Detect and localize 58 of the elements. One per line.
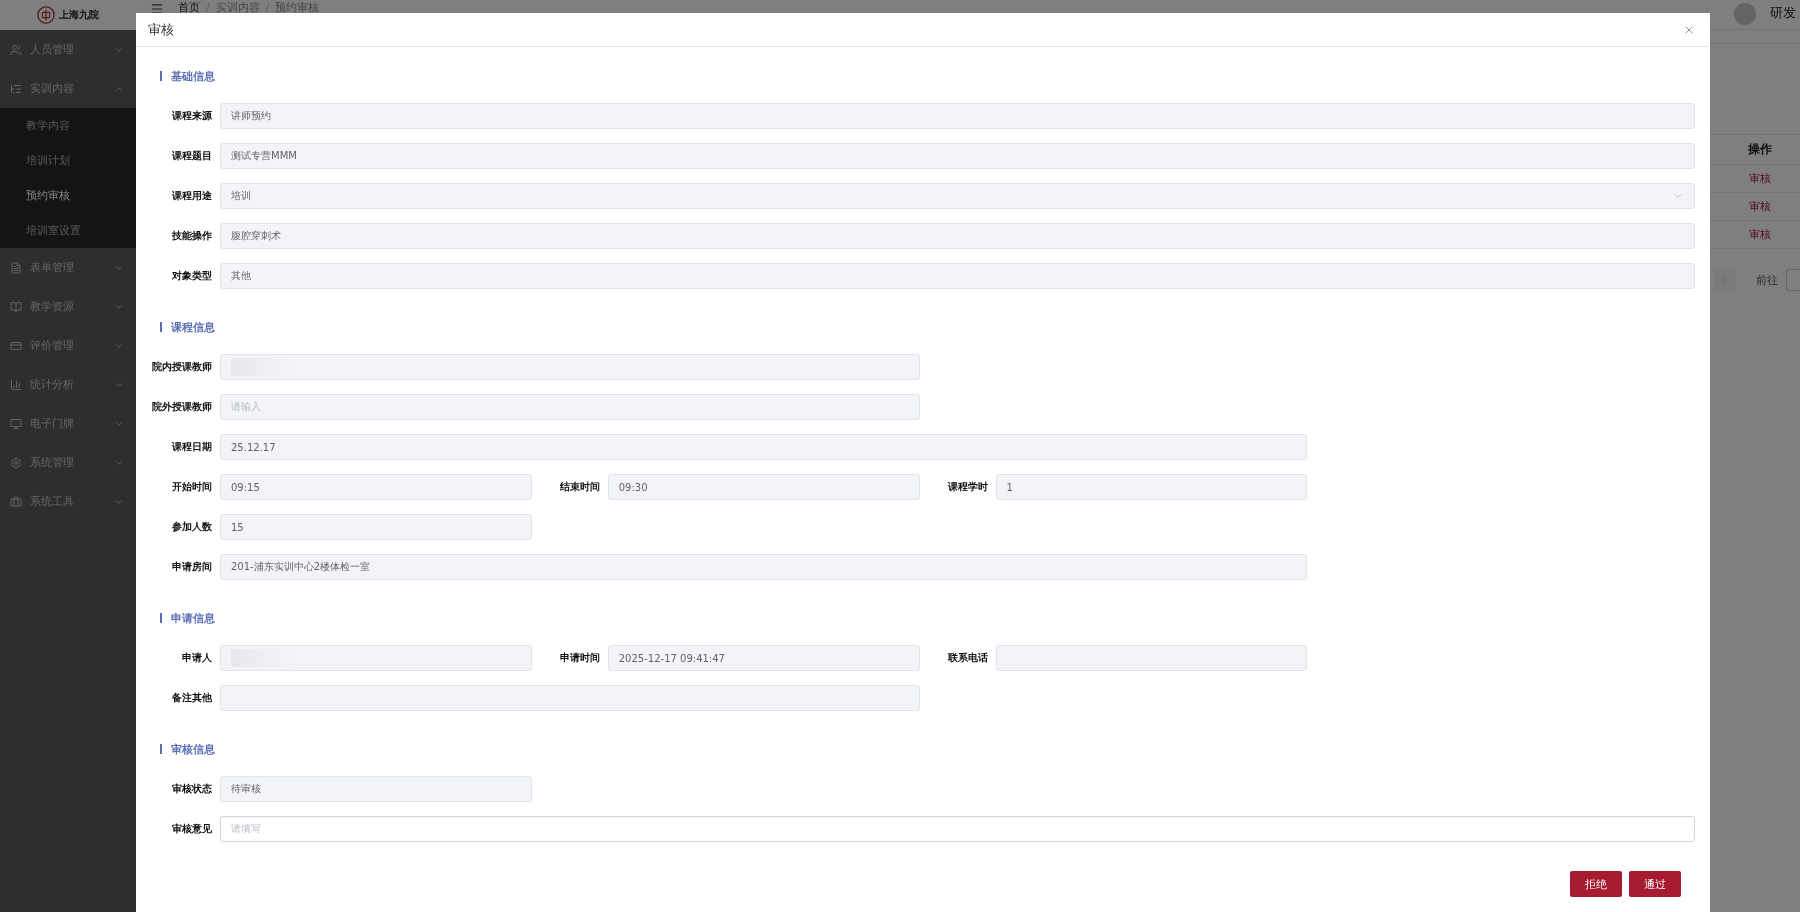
section-marker xyxy=(160,71,162,81)
field-label: 申请人 xyxy=(181,651,212,665)
field-label: 技能操作 xyxy=(171,229,212,243)
document-icon xyxy=(10,261,22,274)
field-label: 审核状态 xyxy=(171,782,212,796)
settings-icon xyxy=(10,456,22,469)
sidebar-subitem[interactable]: 教学内容 xyxy=(0,108,136,143)
section-marker xyxy=(160,322,162,332)
field-label: 课程用途 xyxy=(171,189,212,203)
field-label: 课程来源 xyxy=(171,109,212,123)
section-title: 申请信息 xyxy=(171,610,215,626)
section-title: 课程信息 xyxy=(171,319,215,335)
sidebar-subitem[interactable]: 预约审核 xyxy=(0,178,136,213)
avatar[interactable] xyxy=(1734,3,1756,25)
logo-icon xyxy=(37,6,55,24)
logo-text: 上海九院 xyxy=(59,8,99,22)
dialog-title: 审核 xyxy=(148,20,174,39)
breadcrumb-separator: / xyxy=(206,2,210,14)
briefcase-icon xyxy=(10,495,22,508)
review-link[interactable]: 审核 xyxy=(1720,227,1800,242)
field-label: 备注其他 xyxy=(171,691,212,705)
breadcrumb-link[interactable]: 预约审核 xyxy=(275,2,320,14)
field-label: 院外授课教师 xyxy=(151,400,212,414)
field-label: 课程题目 xyxy=(171,149,212,163)
field-label: 联系电话 xyxy=(946,651,988,665)
bar-chart-icon xyxy=(10,378,22,391)
monitor-icon xyxy=(10,417,22,430)
review-link[interactable]: 审核 xyxy=(1720,171,1800,186)
field-label: 院内授课教师 xyxy=(151,360,212,374)
field-label: 课程学时 xyxy=(946,480,988,494)
field-label: 申请时间 xyxy=(558,651,600,665)
page-input[interactable] xyxy=(1786,269,1800,291)
field-label: 课程日期 xyxy=(171,440,212,454)
field-label: 对象类型 xyxy=(171,269,212,283)
list-icon xyxy=(10,82,22,95)
breadcrumb-link[interactable]: 首页 xyxy=(178,2,200,14)
goto-label: 前往 xyxy=(1756,272,1778,288)
action-button[interactable]: 拒绝 xyxy=(1570,871,1622,897)
section-marker xyxy=(160,744,162,754)
book-icon xyxy=(10,300,22,313)
section-title: 基础信息 xyxy=(171,68,215,84)
user-name[interactable]: 研发 xyxy=(1770,2,1796,24)
review-link[interactable]: 审核 xyxy=(1720,199,1800,214)
section-title: 审核信息 xyxy=(171,741,215,757)
sidebar-subitem[interactable]: 培训室设置 xyxy=(0,213,136,248)
field-label: 参加人数 xyxy=(171,520,212,534)
field-label: 结束时间 xyxy=(558,480,600,494)
field-label: 审核意见 xyxy=(171,822,212,836)
column-header: 操作 xyxy=(1747,141,1773,158)
section-marker xyxy=(160,613,162,623)
field-label: 开始时间 xyxy=(171,480,212,494)
action-button[interactable]: 通过 xyxy=(1629,871,1681,897)
breadcrumb-separator: / xyxy=(265,2,270,14)
card-icon xyxy=(10,339,22,352)
users-icon xyxy=(10,43,22,56)
sidebar-subitem[interactable]: 培训计划 xyxy=(0,143,136,178)
field-label: 申请房间 xyxy=(171,560,212,574)
menu-icon[interactable] xyxy=(150,2,164,16)
